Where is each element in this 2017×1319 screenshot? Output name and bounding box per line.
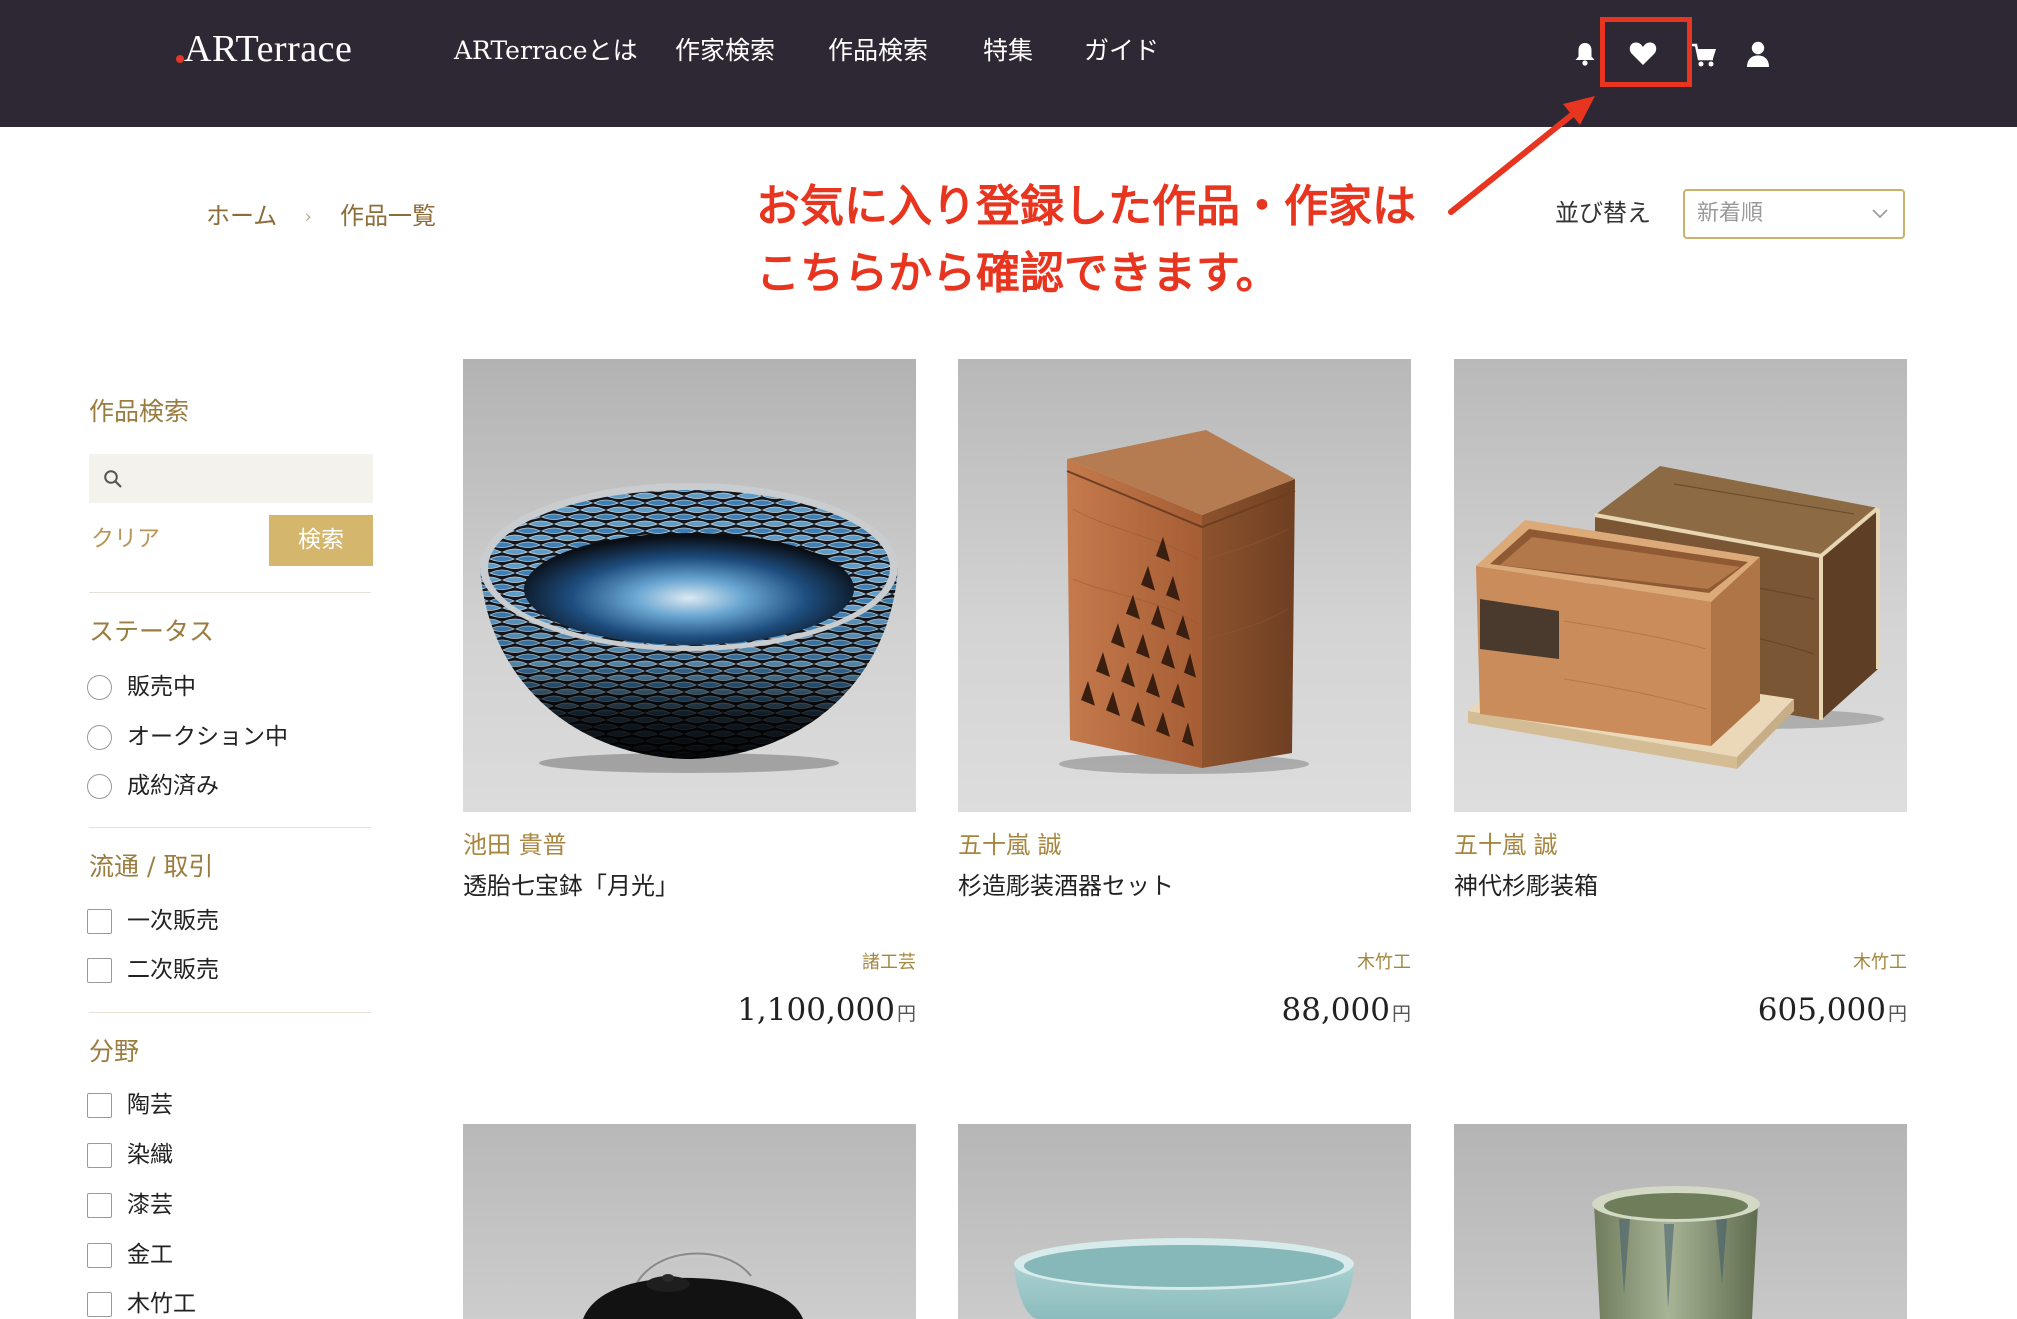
breadcrumb-current: 作品一覧 [340, 202, 436, 230]
cloisonne-bowl-image[interactable] [463, 359, 916, 812]
price-currency: 円 [896, 1003, 916, 1025]
nav-features[interactable]: 特集 [983, 36, 1033, 66]
genre-option-textiles[interactable]: 染織 [87, 1140, 173, 1170]
clear-button[interactable]: クリア [91, 524, 160, 554]
carved-wooden-box-image[interactable] [958, 359, 1411, 812]
radio-button[interactable] [87, 773, 112, 799]
distribution-heading: 流通 / 取引 [89, 852, 214, 881]
checkbox[interactable] [87, 1142, 112, 1168]
favorites-highlight-box [1600, 17, 1692, 87]
cart-icon[interactable] [1690, 41, 1718, 69]
breadcrumb-separator: › [304, 204, 312, 228]
product-artist[interactable]: 池田 貴普 [463, 830, 567, 860]
checkbox[interactable] [87, 908, 112, 934]
status-heading: ステータス [89, 617, 215, 646]
product-price: 605,000 円 [1758, 990, 1907, 1030]
user-icon[interactable] [1744, 40, 1772, 68]
breadcrumb-home[interactable]: ホーム [206, 201, 277, 231]
product-card[interactable] [958, 1124, 1411, 1319]
genre-option-ceramics[interactable]: 陶芸 [87, 1090, 173, 1120]
option-label: 成約済み [127, 773, 219, 799]
option-label: 二次販売 [127, 957, 219, 983]
product-card[interactable]: 五十嵐 誠 杉造彫装酒器セット 木竹工 88,000 円 [958, 359, 1411, 1039]
sort-select[interactable]: 新着順 [1683, 189, 1905, 239]
price-value: 88,000 [1281, 992, 1390, 1028]
product-artist[interactable]: 五十嵐 誠 [1454, 830, 1558, 860]
price-value: 605,000 [1757, 992, 1886, 1028]
checkbox[interactable] [87, 1242, 112, 1268]
celadon-bowl-image[interactable] [958, 1124, 1411, 1319]
favorites-annotation: お気に入り登録した作品・作家は こちらから確認できます。 [756, 173, 1416, 307]
price-currency: 円 [1887, 1003, 1907, 1025]
product-price: 88,000 円 [1282, 990, 1412, 1030]
status-option-sold[interactable]: 成約済み [87, 771, 219, 801]
distribution-option-secondary[interactable]: 二次販売 [87, 955, 219, 985]
genre-option-woodwork[interactable]: 木竹工 [87, 1289, 196, 1319]
wooden-boxes-image[interactable] [1454, 359, 1907, 812]
product-title[interactable]: 透胎七宝鉢「月光」 [463, 871, 679, 901]
product-category: 諸工芸 [862, 952, 916, 973]
status-option-auction[interactable]: オークション中 [87, 722, 288, 752]
sort-label: 並び替え [1555, 199, 1651, 227]
nav-artwork-search[interactable]: 作品検索 [828, 36, 928, 66]
product-card[interactable] [1454, 1124, 1907, 1319]
product-title[interactable]: 杉造彫装酒器セット [958, 871, 1174, 901]
annotation-line-1: お気に入り登録した作品・作家は [756, 181, 1416, 232]
option-label: 木竹工 [127, 1291, 196, 1317]
product-category: 木竹工 [1853, 952, 1907, 973]
radio-button[interactable] [87, 724, 112, 750]
checkbox[interactable] [87, 1092, 112, 1118]
genre-heading: 分野 [89, 1037, 140, 1066]
nav-about[interactable]: ARTerraceとは [454, 36, 638, 66]
distribution-option-primary[interactable]: 一次販売 [87, 906, 219, 936]
logo-dot [176, 55, 184, 63]
product-artist[interactable]: 五十嵐 誠 [958, 830, 1062, 860]
checkbox[interactable] [87, 1192, 112, 1218]
teapot-image[interactable] [463, 1124, 916, 1319]
search-button[interactable]: 検索 [269, 515, 373, 566]
checkbox[interactable] [87, 957, 112, 983]
price-currency: 円 [1391, 1003, 1411, 1025]
sort-selected-value: 新着順 [1697, 201, 1764, 226]
option-label: オークション中 [127, 724, 288, 750]
option-label: 陶芸 [127, 1092, 173, 1118]
genre-option-lacquer[interactable]: 漆芸 [87, 1190, 173, 1220]
chevron-down-icon [1872, 209, 1888, 219]
glazed-vase-image[interactable] [1454, 1124, 1907, 1319]
product-card[interactable]: 五十嵐 誠 神代杉彫装箱 木竹工 605,000 円 [1454, 359, 1907, 1039]
product-title[interactable]: 神代杉彫装箱 [1454, 871, 1598, 901]
nav-artist-search[interactable]: 作家検索 [675, 36, 775, 66]
annotation-line-2: こちらから確認できます。 [756, 248, 1280, 299]
price-value: 1,100,000 [737, 992, 895, 1028]
option-label: 漆芸 [127, 1192, 173, 1218]
checkbox[interactable] [87, 1291, 112, 1317]
site-logo[interactable]: ARTerrace [184, 29, 352, 69]
product-card[interactable]: 池田 貴普 透胎七宝鉢「月光」 諸工芸 1,100,000 円 [463, 359, 916, 1039]
radio-button[interactable] [87, 674, 112, 700]
option-label: 染織 [127, 1142, 173, 1168]
sidebar-search-heading: 作品検索 [89, 397, 190, 426]
product-card[interactable] [463, 1124, 916, 1319]
site-header: ARTerrace ARTerraceとは 作家検索 作品検索 特集 ガイド [0, 0, 2017, 127]
product-price: 1,100,000 円 [737, 990, 916, 1030]
search-input[interactable] [89, 454, 373, 503]
product-category: 木竹工 [1357, 952, 1411, 973]
sidebar-divider [89, 1012, 371, 1013]
nav-guide[interactable]: ガイド [1084, 36, 1159, 66]
bell-icon[interactable] [1572, 40, 1598, 68]
option-label: 一次販売 [127, 908, 219, 934]
option-label: 販売中 [127, 674, 196, 700]
search-icon [104, 470, 122, 488]
sidebar-divider [89, 592, 371, 593]
option-label: 金工 [127, 1242, 173, 1268]
status-option-on-sale[interactable]: 販売中 [87, 672, 196, 702]
sidebar-divider [89, 827, 371, 828]
genre-option-metalwork[interactable]: 金工 [87, 1240, 173, 1270]
